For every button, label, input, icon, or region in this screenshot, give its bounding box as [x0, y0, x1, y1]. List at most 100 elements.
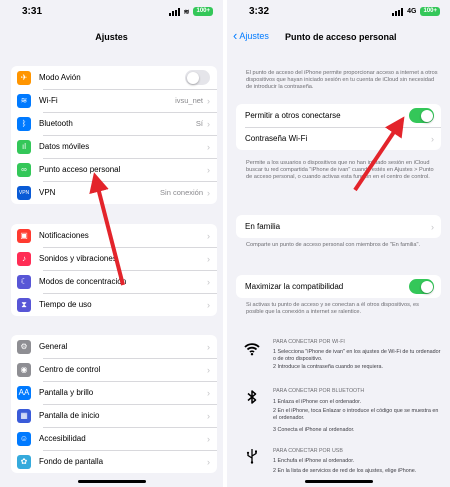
settings-row[interactable]: ✈ Modo Avión — [11, 66, 217, 89]
hotspot-screen: 3:32 4G 100+ ‹ Ajustes Punto de acceso p… — [227, 0, 450, 487]
chevron-right-icon: › — [207, 253, 210, 264]
battery-icon: 100+ — [193, 7, 213, 16]
wifi-icon — [244, 343, 260, 356]
focus-icon: ☾ — [17, 274, 31, 289]
wifi-icon: ≋ — [17, 93, 31, 108]
family-row[interactable]: En familia › — [236, 215, 441, 238]
bluetooth-icon: ᛒ — [17, 116, 31, 131]
settings-row[interactable]: ♪ Sonidos y vibraciones › — [11, 247, 217, 270]
status-bar: 3:31 ≋ 100+ — [0, 0, 223, 24]
bluetooth-step: 3 Conecta el iPhone al ordenador. — [273, 427, 355, 433]
settings-row-label: Modo Avión — [39, 73, 81, 82]
sounds-icon: ♪ — [17, 251, 31, 266]
settings-row-label: Punto acceso personal — [39, 165, 121, 174]
wifi-password-row[interactable]: Contraseña Wi-Fi › — [236, 127, 441, 150]
allow-others-label: Permitir a otros conectarse — [245, 111, 341, 120]
settings-row-label: Wi-Fi — [39, 96, 58, 105]
vpn-icon: VPN — [17, 185, 31, 200]
settings-row-label: Sonidos y vibraciones — [39, 254, 117, 263]
settings-row-label: VPN — [39, 188, 56, 197]
settings-row-label: Pantalla de inicio — [39, 411, 100, 420]
settings-row[interactable]: ☾ Modos de concentración › — [11, 270, 217, 293]
allow-note: Permite a los usuarios o dispositivos qu… — [246, 160, 434, 181]
wifi-password-label: Contraseña Wi-Fi — [245, 134, 308, 143]
home-screen-icon: ▦ — [17, 408, 31, 423]
settings-row[interactable]: ◉ Centro de control › — [11, 358, 217, 381]
settings-row-value: ivsu_net — [175, 96, 203, 105]
back-button[interactable]: ‹ Ajustes — [233, 28, 269, 43]
chevron-right-icon: › — [207, 299, 210, 310]
settings-row-label: Centro de control — [39, 365, 101, 374]
settings-row[interactable]: ᛒ Bluetooth Sí › — [11, 112, 217, 135]
family-label: En familia — [245, 222, 281, 231]
chevron-right-icon: › — [207, 230, 210, 241]
maximize-note: Si activas tu punto de acceso y se conec… — [246, 302, 419, 316]
maximize-row: Maximizar la compatibilidad — [236, 275, 441, 298]
bluetooth-section-header: PARA CONECTAR POR BLUETOOTH — [273, 388, 365, 394]
signal-icon — [168, 7, 180, 16]
network-type: 4G — [407, 8, 417, 15]
wallpaper-icon: ✿ — [17, 454, 31, 469]
settings-row-label: Tiempo de uso — [39, 300, 92, 309]
general-group: ⚙ General › ◉ Centro de control › AA Pantalla y… — [11, 335, 217, 473]
allow-others-toggle[interactable] — [409, 108, 434, 123]
chevron-right-icon: › — [207, 276, 210, 287]
general-icon: ⚙ — [17, 339, 31, 354]
bluetooth-step: 2 En el iPhone, toca Enlazar o introduce… — [273, 408, 439, 421]
settings-row[interactable]: VPN VPN Sin conexión › — [11, 181, 217, 204]
settings-row-label: Notificaciones — [39, 231, 89, 240]
settings-screen: 3:31 ≋ 100+ Ajustes ✈ Modo Avión ≋ Wi-Fi ivs… — [0, 0, 223, 487]
settings-row-label: Accesibilidad — [39, 434, 86, 443]
notifications-group: ▣ Notificaciones › ♪ Sonidos y vibraciones › ☾… — [11, 224, 217, 316]
chevron-right-icon: › — [207, 187, 210, 198]
bluetooth-icon — [247, 390, 257, 404]
chevron-right-icon: › — [207, 410, 210, 421]
clock: 3:32 — [249, 6, 270, 17]
settings-row-label: Fondo de pantalla — [39, 457, 104, 466]
display-icon: AA — [17, 385, 31, 400]
settings-row[interactable]: AA Pantalla y brillo › — [11, 381, 217, 404]
chevron-right-icon: › — [431, 221, 434, 232]
chevron-right-icon: › — [207, 95, 210, 106]
chevron-right-icon: › — [207, 433, 210, 444]
settings-row[interactable]: ⧗ Tiempo de uso › — [11, 293, 217, 316]
connectivity-group: ✈ Modo Avión ≋ Wi-Fi ivsu_net › ᛒ Bluetooth Sí › ı… — [11, 66, 217, 204]
chevron-right-icon: › — [207, 341, 210, 352]
status-bar: 3:32 4G 100+ — [227, 0, 450, 24]
settings-row[interactable]: ▣ Notificaciones › — [11, 224, 217, 247]
screen-time-icon: ⧗ — [17, 297, 31, 312]
settings-row-label: Pantalla y brillo — [39, 388, 94, 397]
settings-row[interactable]: ıl Datos móviles › — [11, 135, 217, 158]
airplane-icon: ✈ — [17, 70, 31, 85]
settings-row[interactable]: ∞ Punto acceso personal › — [11, 158, 217, 181]
back-label: Ajustes — [239, 31, 269, 41]
settings-row-label: General — [39, 342, 68, 351]
settings-row[interactable]: ▦ Pantalla de inicio › — [11, 404, 217, 427]
airplane-mode-toggle[interactable] — [185, 70, 210, 85]
bluetooth-step: 1 Enlaza el iPhone con el ordenador. — [273, 399, 362, 405]
wifi-section-header: PARA CONECTAR POR WI-FI — [273, 339, 345, 345]
settings-row-value: Sin conexión — [160, 188, 203, 197]
settings-row[interactable]: ≋ Wi-Fi ivsu_net › — [11, 89, 217, 112]
compatibility-group: Maximizar la compatibilidad — [236, 275, 441, 298]
settings-row[interactable]: ✿ Fondo de pantalla › — [11, 450, 217, 473]
settings-row-label: Modos de concentración — [39, 277, 127, 286]
usb-step: 2 En la lista de servicios de red de los… — [273, 468, 417, 474]
usb-step: 1 Enchufa el iPhone al ordenador. — [273, 458, 355, 464]
family-note: Comparte un punto de acceso personal con… — [246, 242, 421, 248]
chevron-left-icon: ‹ — [233, 28, 238, 43]
page-title: Punto de acceso personal — [285, 32, 397, 42]
settings-row[interactable]: ☺ Accesibilidad › — [11, 427, 217, 450]
chevron-right-icon: › — [207, 164, 210, 175]
chevron-right-icon: › — [207, 364, 210, 375]
usb-icon — [246, 449, 257, 464]
signal-icon — [392, 7, 404, 16]
allow-others-row: Permitir a otros conectarse — [236, 104, 441, 127]
battery-icon: 100+ — [420, 7, 440, 16]
maximize-toggle[interactable] — [409, 279, 434, 294]
maximize-label: Maximizar la compatibilidad — [245, 282, 344, 291]
settings-row[interactable]: ⚙ General › — [11, 335, 217, 358]
accessibility-icon: ☺ — [17, 431, 31, 446]
intro-text: El punto de acceso del iPhone permite pr… — [246, 70, 438, 91]
home-indicator — [77, 480, 146, 483]
